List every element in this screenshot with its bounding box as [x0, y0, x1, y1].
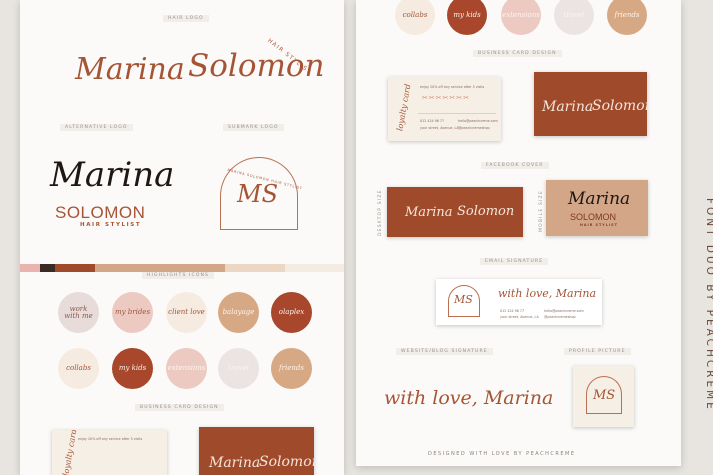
label-submark-logo: SUBMARK LOGO [223, 124, 284, 131]
label-hair-logo: HAIR LOGO [163, 15, 209, 22]
highlight-icon-olaplex[interactable]: olaplex [271, 292, 312, 333]
label-alternative-logo: ALTERNATIVE LOGO [60, 124, 133, 131]
label-email-signature: EMAIL SIGNATURE [480, 258, 549, 265]
loyalty-card: loyalty card enjoy 20% off any service a… [388, 77, 501, 141]
contact-handle: @peachcremeshop [458, 126, 490, 130]
submark-monogram: MS [237, 180, 279, 208]
loyalty-offer: enjoy 20% off any service after 5 visits [78, 437, 143, 441]
business-card-front-left: Marina Solomon [199, 427, 314, 475]
palette-swatch [225, 264, 285, 272]
palette-swatch [95, 264, 225, 272]
highlight-icon-balayage[interactable]: balayage [218, 292, 259, 333]
facebook-cover-mobile: Marina SOLOMON HAIR STYLIST [546, 180, 648, 236]
palette-swatch [55, 264, 95, 272]
palette-bar [20, 264, 344, 272]
highlight-top-collabs[interactable]: collabs [395, 0, 435, 35]
email-sig-address: your street, Avenue, LA [500, 315, 539, 319]
loyalty-stamps: ✂✂✂✂✂✂✂ [422, 94, 471, 102]
left-sheet: HAIR LOGO Marina Solomon HAIR STYLIST AL… [20, 0, 344, 475]
email-sig-email: hello@peachcreme.com [544, 309, 584, 313]
alt-logo-first: Marina [50, 155, 175, 195]
right-sheet: collabs my kids extensions travel friend… [356, 0, 681, 466]
main-logo-first: Marina [75, 52, 185, 87]
label-facebook-cover: FACEBOOK COVER [481, 162, 549, 169]
loyalty-title: loyalty card [395, 83, 413, 132]
loyalty-card-preview-left: loyalty card enjoy 20% off any service a… [52, 430, 167, 475]
email-sig-signature: with love, Marina [498, 287, 597, 300]
highlight-icon-friends[interactable]: friends [271, 348, 312, 389]
alt-logo-upper: SOLOMON [55, 203, 146, 222]
contact-email: hello@peachcreme.com [458, 119, 498, 123]
highlight-top-friends[interactable]: friends [607, 0, 647, 35]
label-business-card-right: BUSINESS CARD DESIGN [473, 50, 562, 57]
mobile-cover-upper: SOLOMON [570, 212, 617, 222]
highlight-icon-client-love[interactable]: client love [166, 292, 207, 333]
email-signature-card: MS with love, Marina 012 424 96 77 hello… [436, 279, 602, 325]
label-website-signature: WEBSITE/BLOG SIGNATURE [396, 348, 493, 355]
side-credit: FONT DUO BY PEACHCREME [704, 198, 713, 412]
card-name-first: Marina [209, 455, 261, 471]
palette-swatch [285, 264, 344, 272]
highlight-top-extensions[interactable]: extensions [501, 0, 541, 35]
mobile-cover-tagline: HAIR STYLIST [580, 223, 618, 227]
palette-swatch [20, 264, 40, 272]
label-profile-picture: PROFILE PICTURE [564, 348, 631, 355]
highlight-top-travel[interactable]: travel [554, 0, 594, 35]
highlight-icon-collabs[interactable]: collabs [58, 348, 99, 389]
alt-logo-tagline: HAIR STYLIST [80, 222, 142, 228]
email-sig-handle: @peachcremeshop [544, 315, 576, 319]
loyalty-title: loyalty card [61, 430, 79, 475]
label-business-card-left: BUSINESS CARD DESIGN [135, 404, 224, 411]
cover-name-first: Marina [405, 205, 453, 220]
profile-picture: MS [573, 366, 634, 427]
highlight-icon-travel[interactable]: travel [218, 348, 259, 389]
footer-credit: DESIGNED WITH LOVE BY PEACHCREME [428, 451, 576, 457]
business-card-front: Marina Solomon [534, 72, 647, 136]
loyalty-offer: enjoy 20% off any service after 5 visits [420, 85, 485, 89]
mobile-cover-first: Marina [568, 189, 631, 209]
highlight-icon-work-with-me[interactable]: work with me [58, 292, 99, 333]
cover-name-last: Solomon [457, 204, 515, 219]
label-highlights-icons: HIGHLIGHTS ICONS [142, 272, 215, 279]
loyalty-divider [418, 113, 496, 114]
label-desktop-size: DESKTOP SIZE [378, 189, 383, 236]
card-name-last: Solomon [259, 454, 314, 470]
contact-address: your street, Avenue, LA [420, 126, 459, 130]
highlight-icon-my-brides[interactable]: my brides [112, 292, 153, 333]
facebook-cover-desktop: Marina Solomon [387, 187, 523, 237]
highlight-top-my-kids[interactable]: my kids [447, 0, 487, 35]
profile-monogram: MS [593, 388, 616, 403]
highlight-icon-extensions[interactable]: extensions [166, 348, 207, 389]
palette-swatch [40, 264, 55, 272]
highlight-icon-my-kids[interactable]: my kids [112, 348, 153, 389]
card-name-first: Marina [542, 99, 594, 115]
website-signature: with love, Marina [384, 387, 554, 409]
email-sig-monogram: MS [454, 293, 473, 306]
contact-phone: 012 424 96 77 [420, 119, 445, 123]
email-sig-phone: 012 424 96 77 [500, 309, 525, 313]
label-mobile-size: MOBILE SIZE [539, 190, 544, 232]
card-name-last: Solomon [592, 98, 647, 114]
